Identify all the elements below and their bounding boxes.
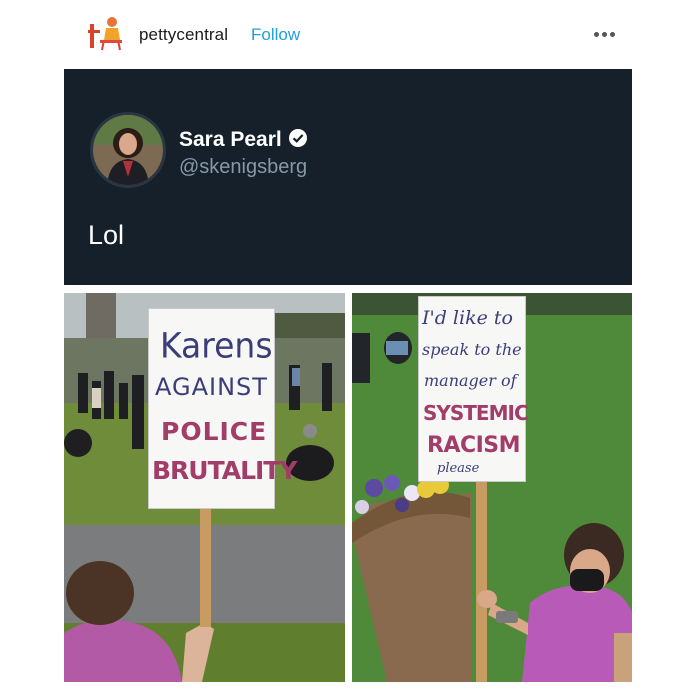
left-protest-sign: Karens AGAINST POLICE BRUTALITY: [148, 308, 297, 509]
right-sign-line-6: please: [437, 461, 480, 476]
left-sign-line-1: Karens: [160, 325, 273, 366]
post-header: pettycentral Follow: [0, 0, 700, 68]
right-sign-line-3: manager of: [424, 371, 517, 390]
right-sign-line-1: I'd like to: [422, 307, 513, 329]
tweet-handle: @skenigsberg: [179, 156, 308, 178]
right-sign-line-2: speak to the: [422, 340, 522, 359]
tweet-text: Lol: [88, 220, 125, 250]
right-sign-line-5: RACISM: [427, 433, 521, 458]
follow-button[interactable]: Follow: [251, 25, 300, 45]
right-protest-sign: I'd like to speak to the manager of SYST…: [418, 296, 529, 482]
left-sign-line-3: POLICE: [161, 417, 268, 446]
tweet-display-name: Sara Pearl: [179, 128, 308, 152]
left-sign-line-2: AGAINST: [155, 373, 268, 401]
blog-avatar[interactable]: [86, 14, 126, 54]
protest-photo-left: Karens AGAINST POLICE BRUTALITY: [64, 293, 345, 682]
left-sign-line-4: BRUTALITY: [152, 456, 297, 485]
tweet-card: Sara Pearl @skenigsberg Lol: [64, 69, 632, 285]
protest-photo-right: I'd like to speak to the manager of SYST…: [352, 293, 632, 682]
blog-name-link[interactable]: pettycentral: [139, 25, 228, 45]
right-sign-line-4: SYSTEMIC: [423, 401, 529, 425]
verified-badge-icon: [288, 128, 308, 148]
tweet-author-avatar: [90, 112, 166, 188]
more-options-icon[interactable]: [588, 24, 620, 44]
